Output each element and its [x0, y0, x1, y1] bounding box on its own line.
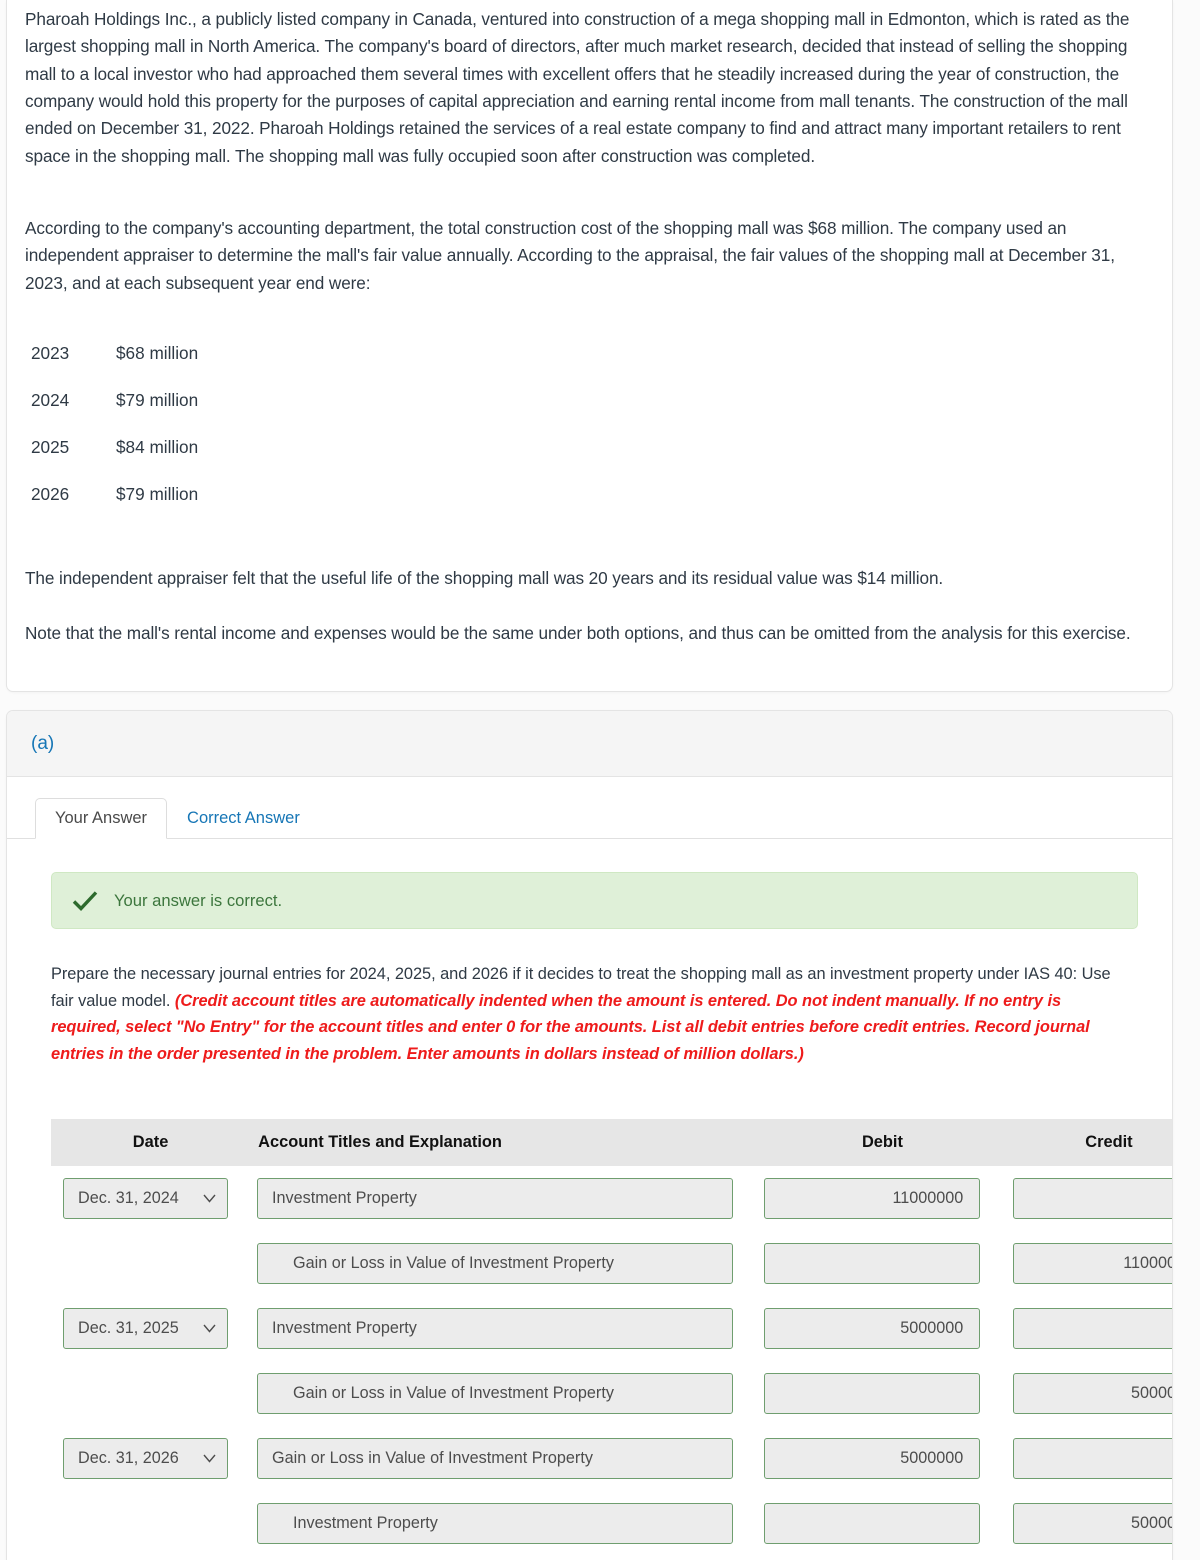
- debit-amount-input[interactable]: 11000000: [764, 1178, 981, 1219]
- account-title-input[interactable]: Investment Property: [257, 1308, 733, 1349]
- journal-table-header: Date Account Titles and Explanation Debi…: [51, 1119, 1172, 1166]
- journal-cell-date: [51, 1373, 250, 1414]
- date-select[interactable]: Dec. 31, 2026: [63, 1438, 228, 1479]
- credit-amount-input[interactable]: [1013, 1308, 1172, 1349]
- journal-cell-debit: [757, 1373, 1006, 1414]
- journal-cell-account: Investment Property: [250, 1308, 757, 1349]
- debit-amount-input[interactable]: 5000000: [764, 1438, 981, 1479]
- journal-cell-account: Investment Property: [250, 1503, 757, 1544]
- fair-value-row: 2024 $79 million: [31, 377, 531, 424]
- date-placeholder: [63, 1503, 228, 1544]
- journal-entry-table: Date Account Titles and Explanation Debi…: [51, 1119, 1172, 1556]
- credit-amount-input[interactable]: 5000000: [1013, 1373, 1172, 1414]
- problem-paragraph-3: The independent appraiser felt that the …: [25, 568, 944, 588]
- instructions-text: Prepare the necessary journal entries fo…: [51, 961, 1132, 1067]
- journal-row: Dec. 31, 2025 Investment Property 500000…: [51, 1296, 1172, 1361]
- debit-amount-input[interactable]: 5000000: [764, 1308, 981, 1349]
- tab-your-answer-label: Your Answer: [55, 808, 148, 827]
- journal-cell-credit: 5000000: [1006, 1373, 1172, 1414]
- problem-paragraph-2: According to the company's accounting de…: [25, 218, 1115, 293]
- account-title-input[interactable]: Investment Property: [257, 1178, 733, 1219]
- check-icon: [72, 890, 98, 911]
- journal-cell-credit: [1006, 1308, 1172, 1349]
- problem-paragraph-4: Note that the mall's rental income and e…: [25, 623, 1131, 643]
- tab-correct-answer[interactable]: Correct Answer: [167, 798, 320, 840]
- fair-value-row: 2023 $68 million: [31, 330, 531, 377]
- journal-cell-date: Dec. 31, 2025: [51, 1308, 250, 1349]
- page-root: Pharoah Holdings Inc., a publicly listed…: [0, 0, 1200, 1560]
- journal-row: Dec. 31, 2026 Gain or Loss in Value of I…: [51, 1426, 1172, 1491]
- fair-value-amount: $79 million: [116, 484, 199, 504]
- debit-amount-input[interactable]: [764, 1373, 981, 1414]
- account-title-input[interactable]: Gain or Loss in Value of Investment Prop…: [257, 1243, 733, 1284]
- tab-your-answer[interactable]: Your Answer: [35, 797, 168, 839]
- date-select[interactable]: Dec. 31, 2025: [63, 1308, 228, 1349]
- fair-value-list: 2023 $68 million 2024 $79 million 2025 $…: [31, 330, 531, 518]
- journal-cell-credit: 11000000: [1006, 1243, 1172, 1284]
- fair-value-year: 2025: [31, 437, 70, 457]
- credit-amount-input[interactable]: 5000000: [1013, 1503, 1172, 1544]
- problem-statement-card: Pharoah Holdings Inc., a publicly listed…: [6, 0, 1173, 692]
- account-title-input[interactable]: Gain or Loss in Value of Investment Prop…: [257, 1438, 733, 1479]
- tab-correct-answer-label: Correct Answer: [187, 808, 300, 827]
- journal-cell-account: Investment Property: [250, 1178, 757, 1219]
- instructions-emphasis: (Credit account titles are automatically…: [51, 991, 1090, 1063]
- debit-amount-input[interactable]: [764, 1503, 981, 1544]
- fair-value-year: 2026: [31, 484, 70, 504]
- answer-tabs: Your Answer Correct Answer: [7, 794, 1172, 839]
- fair-value-row: 2025 $84 million: [31, 424, 531, 471]
- fair-value-year: 2024: [31, 390, 70, 410]
- journal-cell-date: [51, 1243, 250, 1284]
- banner-text: Your answer is correct.: [114, 890, 283, 910]
- journal-cell-date: [51, 1503, 250, 1544]
- date-select[interactable]: Dec. 31, 2024: [63, 1178, 228, 1219]
- journal-cell-credit: [1006, 1178, 1172, 1219]
- column-header-account: Account Titles and Explanation: [258, 1133, 502, 1151]
- account-title-input[interactable]: Gain or Loss in Value of Investment Prop…: [257, 1373, 733, 1414]
- date-select-value: Dec. 31, 2024: [78, 1189, 179, 1207]
- column-header-debit: Debit: [861, 1133, 903, 1151]
- fair-value-row: 2026 $79 million: [31, 471, 531, 518]
- fair-value-amount: $68 million: [116, 343, 199, 363]
- date-placeholder: [63, 1373, 228, 1414]
- journal-cell-debit: 11000000: [757, 1178, 1006, 1219]
- account-title-input[interactable]: Investment Property: [257, 1503, 733, 1544]
- journal-cell-account: Gain or Loss in Value of Investment Prop…: [250, 1243, 757, 1284]
- debit-amount-input[interactable]: [764, 1243, 981, 1284]
- chevron-down-icon: [203, 1324, 216, 1333]
- fair-value-year: 2023: [31, 343, 70, 363]
- credit-amount-input[interactable]: [1013, 1438, 1172, 1479]
- journal-cell-debit: 5000000: [757, 1438, 1006, 1479]
- credit-amount-input[interactable]: [1013, 1178, 1172, 1219]
- journal-row: Gain or Loss in Value of Investment Prop…: [51, 1231, 1172, 1296]
- journal-cell-debit: [757, 1503, 1006, 1544]
- journal-cell-credit: [1006, 1438, 1172, 1479]
- journal-row: Investment Property 5000000: [51, 1491, 1172, 1556]
- credit-amount-input[interactable]: 11000000: [1013, 1243, 1172, 1284]
- date-placeholder: [63, 1243, 228, 1284]
- chevron-down-icon: [203, 1194, 216, 1203]
- journal-row: Dec. 31, 2024 Investment Property 110000…: [51, 1166, 1172, 1231]
- part-header: (a): [7, 711, 1172, 777]
- journal-cell-date: Dec. 31, 2026: [51, 1438, 250, 1479]
- problem-paragraph-1: Pharoah Holdings Inc., a publicly listed…: [25, 9, 1130, 166]
- journal-cell-credit: 5000000: [1006, 1503, 1172, 1544]
- part-label: (a): [31, 732, 55, 754]
- journal-cell-date: Dec. 31, 2024: [51, 1178, 250, 1219]
- journal-cell-account: Gain or Loss in Value of Investment Prop…: [250, 1438, 757, 1479]
- column-header-credit: Credit: [1085, 1133, 1133, 1151]
- fair-value-amount: $84 million: [116, 437, 199, 457]
- journal-row: Gain or Loss in Value of Investment Prop…: [51, 1361, 1172, 1426]
- column-header-date: Date: [132, 1133, 169, 1151]
- journal-cell-debit: 5000000: [757, 1308, 1006, 1349]
- fair-value-amount: $79 million: [116, 390, 199, 410]
- answer-card: (a) Your Answer Correct Answer Your answ…: [6, 710, 1173, 1560]
- journal-cell-debit: [757, 1243, 1006, 1284]
- chevron-down-icon: [203, 1454, 216, 1463]
- date-select-value: Dec. 31, 2025: [78, 1319, 179, 1337]
- date-select-value: Dec. 31, 2026: [78, 1449, 179, 1467]
- correct-answer-banner: Your answer is correct.: [51, 872, 1138, 929]
- journal-cell-account: Gain or Loss in Value of Investment Prop…: [250, 1373, 757, 1414]
